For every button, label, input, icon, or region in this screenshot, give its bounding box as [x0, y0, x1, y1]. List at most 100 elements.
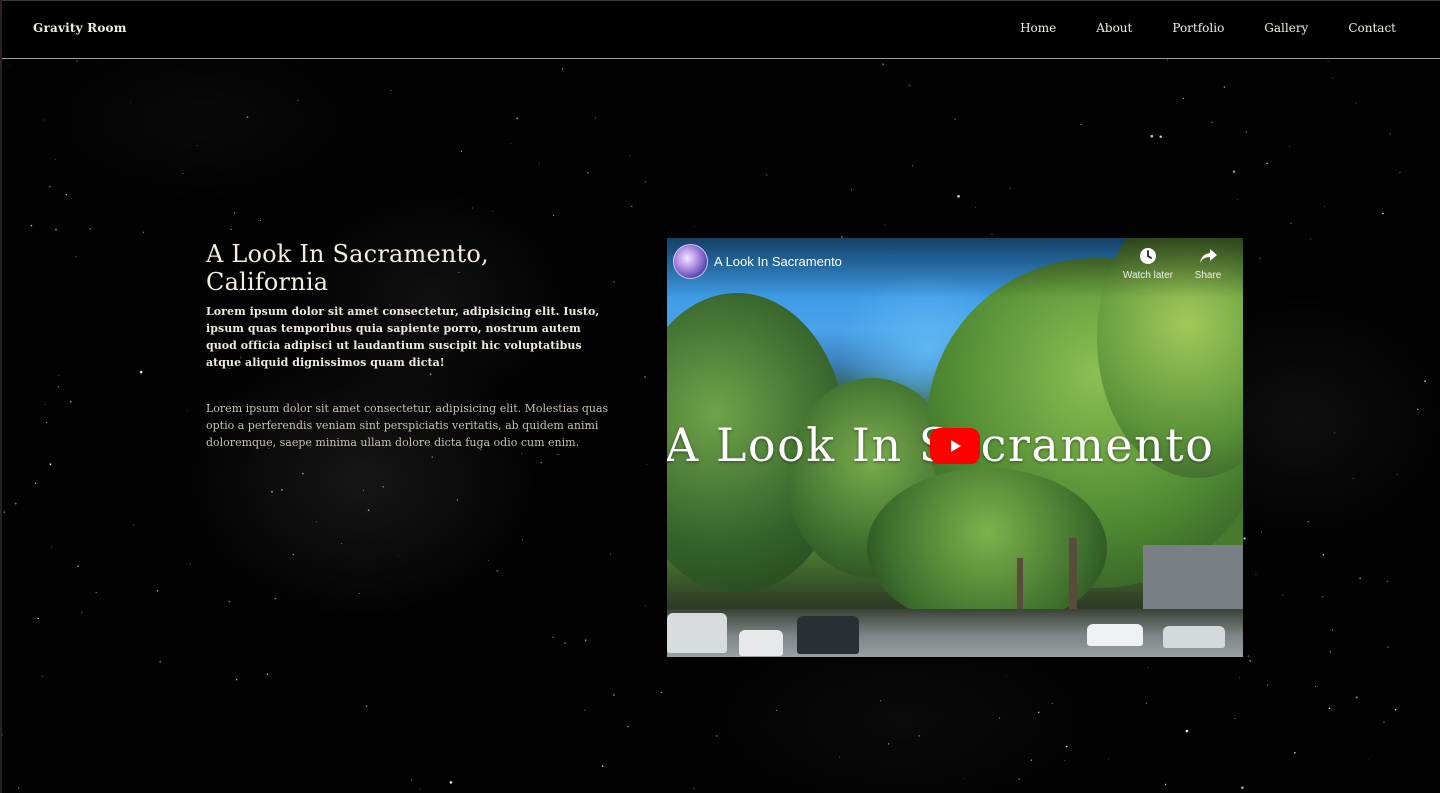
nav-link-gallery[interactable]: Gallery [1264, 21, 1308, 35]
video-title[interactable]: A Look In Sacramento [714, 254, 842, 269]
star [292, 554, 294, 556]
star [341, 543, 342, 544]
star [51, 546, 53, 548]
star [911, 165, 914, 167]
star [1383, 721, 1385, 723]
star [1051, 703, 1053, 704]
star [49, 185, 51, 188]
star [7, 64, 9, 65]
star [1321, 595, 1324, 598]
star [510, 143, 512, 144]
star [1166, 59, 1168, 61]
star [766, 174, 768, 176]
clock-icon [1140, 248, 1156, 264]
star [552, 636, 554, 639]
star [521, 452, 523, 455]
star [159, 660, 161, 663]
star [46, 421, 48, 423]
star [884, 224, 886, 226]
star [37, 617, 39, 620]
star [302, 473, 304, 475]
star [999, 717, 1001, 719]
star [1394, 709, 1397, 711]
star [235, 678, 238, 681]
star [1009, 187, 1011, 190]
star [196, 145, 198, 147]
star [390, 89, 392, 91]
star [89, 227, 91, 230]
nav-link-about[interactable]: About [1096, 21, 1132, 35]
star [1396, 473, 1398, 475]
star [539, 162, 540, 164]
star [1249, 660, 1251, 662]
watch-later-button[interactable]: Watch later [1118, 246, 1178, 281]
star [363, 489, 365, 491]
star [1334, 432, 1336, 434]
star [587, 171, 589, 174]
video-thumbnail-car [1087, 624, 1143, 646]
star [957, 194, 960, 198]
star [411, 779, 412, 781]
star [963, 778, 965, 780]
star [557, 453, 559, 456]
star [1239, 677, 1241, 679]
star [431, 456, 433, 458]
star [1387, 646, 1389, 648]
star [613, 694, 615, 696]
star [1355, 102, 1357, 104]
nav-link-contact[interactable]: Contact [1348, 21, 1396, 35]
star [44, 119, 46, 121]
star [1399, 171, 1401, 174]
star [1237, 199, 1239, 200]
star [540, 462, 542, 464]
star [644, 604, 646, 606]
star [1417, 408, 1419, 410]
star [496, 570, 498, 572]
youtube-video-embed[interactable]: A Look In Sacramento Watch later Share A… [667, 238, 1243, 657]
star [186, 410, 188, 412]
share-button[interactable]: Share [1178, 246, 1238, 281]
main-nav: Home About Portfolio Gallery Contact [980, 21, 1396, 35]
nav-link-portfolio[interactable]: Portfolio [1172, 21, 1224, 35]
star [1267, 684, 1269, 686]
star [281, 489, 283, 491]
star [991, 234, 993, 235]
star [42, 675, 44, 677]
star [693, 787, 695, 790]
intro-paragraph-primary: Lorem ipsum dolor sit amet consectetur, … [206, 305, 600, 369]
star [1332, 629, 1334, 631]
nav-link-home[interactable]: Home [1020, 21, 1056, 35]
star [1329, 651, 1331, 653]
star [2, 734, 3, 736]
star [609, 553, 612, 555]
play-button[interactable] [930, 428, 980, 464]
star [143, 231, 145, 233]
star [30, 224, 33, 227]
star [58, 375, 60, 376]
brand-logo[interactable]: Gravity Room [33, 21, 127, 35]
star [1018, 778, 1020, 780]
star [75, 256, 77, 258]
star [472, 207, 474, 209]
share-arrow-icon [1200, 249, 1217, 263]
star [1030, 759, 1032, 761]
channel-avatar[interactable] [673, 244, 708, 279]
star [1080, 123, 1082, 125]
star [488, 560, 490, 561]
star [234, 212, 235, 214]
star [182, 172, 184, 175]
star [521, 539, 523, 541]
star [1328, 707, 1331, 710]
star [366, 705, 368, 707]
star [776, 709, 778, 711]
star [1290, 222, 1292, 225]
star [95, 592, 97, 594]
star [449, 781, 453, 784]
star [460, 150, 462, 152]
star [130, 102, 131, 104]
star [1150, 134, 1154, 138]
star [49, 463, 52, 466]
star [1107, 758, 1109, 760]
star [1147, 667, 1149, 668]
video-thumbnail-car [797, 616, 859, 654]
